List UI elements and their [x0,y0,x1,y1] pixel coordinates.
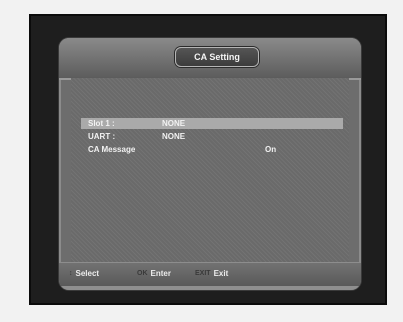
menu-row-label: CA Message [88,145,136,154]
exit-key-icon: EXIT [195,270,211,277]
menu-row-uart[interactable]: UART : NONE [81,131,343,142]
menu-row-value: On [265,145,277,154]
ok-key-icon: OK [137,270,148,277]
ca-setting-panel: CA Setting Slot 1 : NONE UART : NONE CA … [59,38,361,290]
hint-label: Select [75,269,100,278]
hint-select: ↕ Select [69,269,99,278]
tv-screen: CA Setting Slot 1 : NONE UART : NONE CA … [29,14,387,305]
menu-row-label: Slot 1 : [88,119,115,128]
menu-row-slot1[interactable]: Slot 1 : NONE [81,118,343,129]
menu-row-value: NONE [162,132,186,141]
hint-label: Enter [150,269,171,278]
hint-exit: EXIT Exit [195,269,228,278]
hint-label: Exit [213,269,229,278]
updown-arrow-icon: ↕ [69,270,73,277]
panel-header: CA Setting [59,38,361,80]
menu-area: Slot 1 : NONE UART : NONE CA Message On [71,78,349,263]
hint-enter: OK Enter [137,269,171,278]
menu-row-value: NONE [162,119,186,128]
page-title: CA Setting [175,47,259,67]
menu-row-label: UART : [88,132,116,141]
footer-hints: ↕ Select OK Enter EXIT Exit [59,262,361,290]
panel-footer-bar [59,286,361,290]
menu-row-ca-message[interactable]: CA Message On [81,144,343,155]
